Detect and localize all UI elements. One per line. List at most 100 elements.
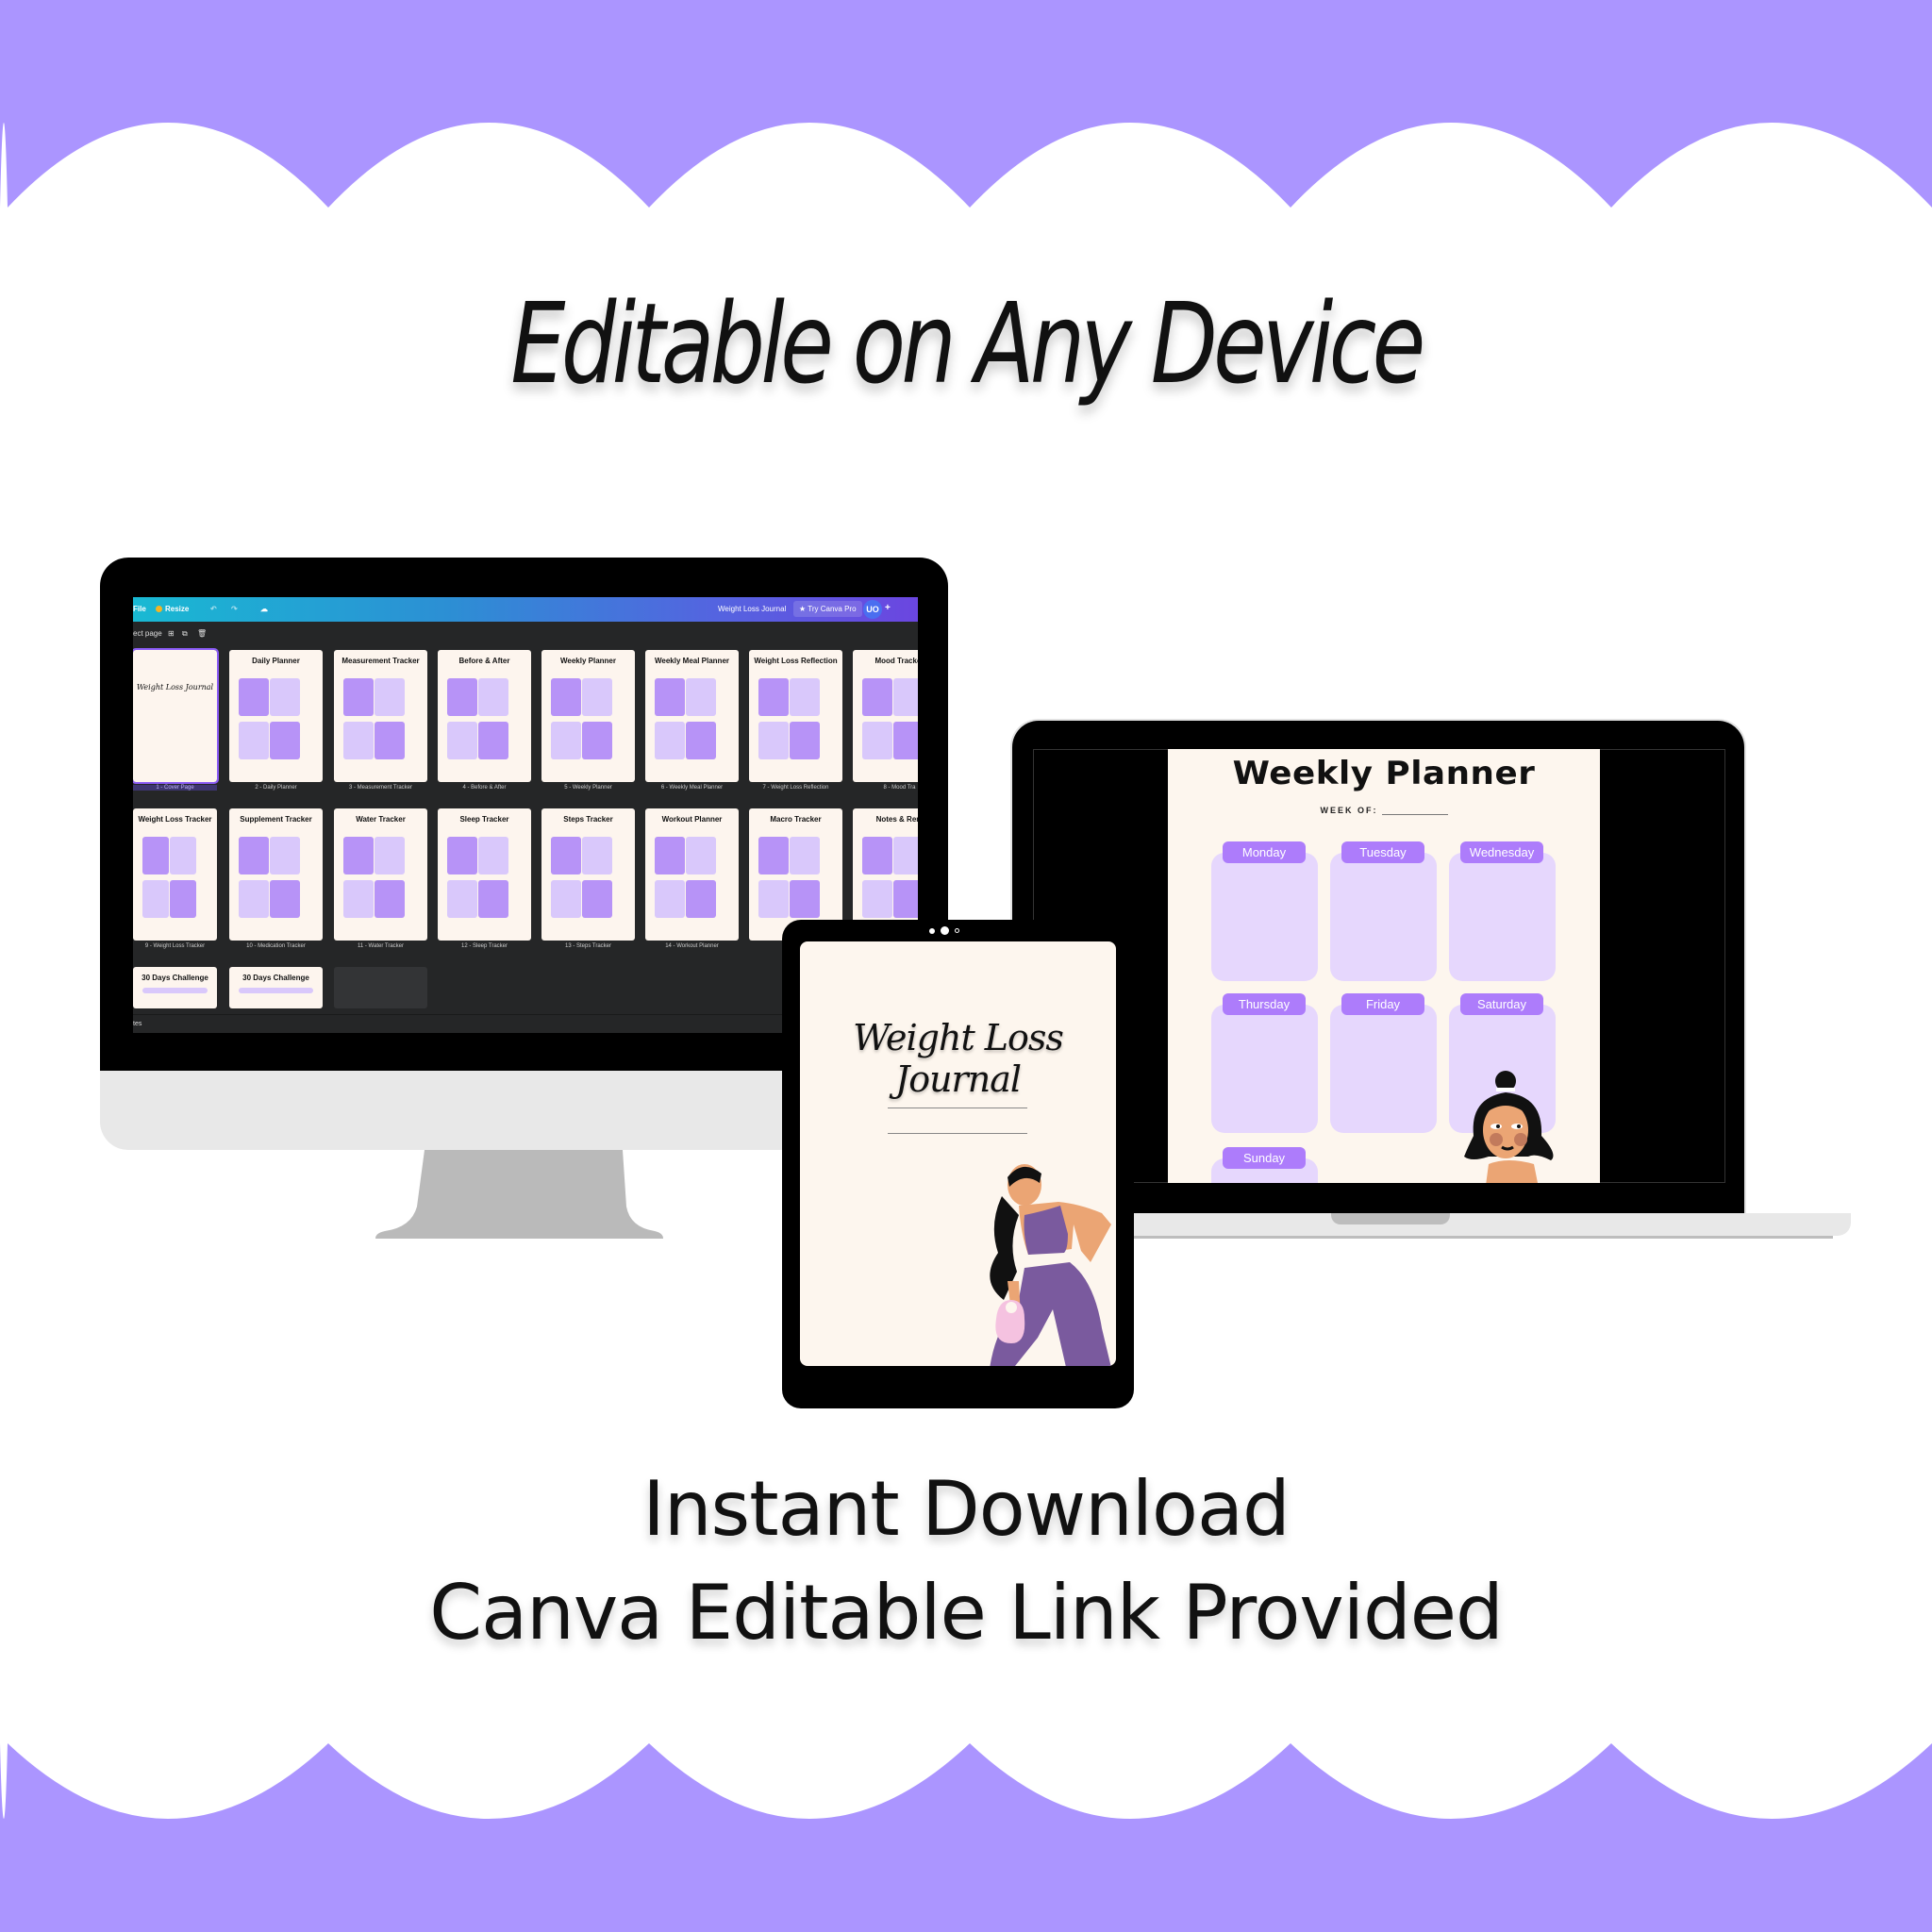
weekly-planner-title: Weekly Planner — [1232, 755, 1536, 792]
page-thumbnail-content — [239, 678, 313, 773]
thumbnail-block — [582, 722, 612, 759]
page-thumbnail[interactable]: 30 Days Challenge — [229, 967, 323, 1008]
day-card[interactable] — [1330, 1005, 1437, 1133]
cloud-save-icon[interactable]: ☁ — [260, 605, 268, 613]
thumbnail-block — [551, 880, 581, 918]
page-thumbnail-title: Notes & Rem — [875, 815, 918, 824]
laptop-trackpad-notch — [1331, 1213, 1450, 1224]
thumbnail-block — [447, 678, 477, 716]
page-thumbnail-caption: 6 - Weekly Meal Planner — [660, 785, 724, 791]
thumbnail-block — [655, 837, 685, 874]
thumbnail-block — [270, 880, 300, 918]
woman-portrait-illustration — [1464, 1071, 1554, 1183]
thumbnail-block — [551, 722, 581, 759]
thumbnail-block — [375, 722, 405, 759]
page-thumbnail[interactable]: Weight Loss Journal — [133, 648, 219, 784]
page-thumbnail-caption: 9 - Weight Loss Tracker — [144, 943, 206, 949]
day-card[interactable] — [1211, 1005, 1318, 1133]
thumbnail-block — [343, 837, 374, 874]
redo-icon[interactable]: ↷ — [231, 605, 238, 613]
page-thumbnail[interactable]: Workout Planner — [645, 808, 739, 941]
thumbnail-block — [893, 722, 918, 759]
thumbnail-block — [655, 678, 685, 716]
notes-button[interactable]: tes — [133, 1021, 142, 1027]
thumbnail-block — [447, 722, 477, 759]
page-thumbnail-title: Weekly Meal Planner — [655, 657, 729, 665]
page-thumbnail-content — [862, 837, 918, 931]
thumbnail-block — [169, 837, 196, 874]
page-thumbnail-content — [758, 837, 833, 931]
cover-date-line — [888, 1133, 1027, 1134]
page-thumbnail-content — [142, 837, 208, 931]
thumbnail-block — [343, 880, 374, 918]
page-thumbnail[interactable]: Weight Loss Reflection — [749, 650, 842, 782]
thumbnail-block — [551, 678, 581, 716]
document-title[interactable]: Weight Loss Journal — [718, 605, 786, 613]
page-thumbnail[interactable]: Weight Loss Tracker — [133, 808, 217, 941]
select-page-label: ect page — [133, 629, 162, 638]
day-label: Tuesday — [1341, 841, 1424, 863]
add-collaborator-button[interactable]: + — [885, 603, 891, 613]
week-of-field[interactable]: WEEK OF: — [1168, 806, 1600, 815]
thumbnail-block — [582, 678, 612, 716]
page-thumbnail-title: Weight Loss Reflection — [754, 657, 838, 665]
thumbnail-block — [270, 678, 300, 716]
thumbnail-block — [478, 678, 508, 716]
page-thumbnail-content — [343, 678, 418, 773]
page-thumbnail-caption: 1 - Cover Page — [133, 785, 217, 791]
day-card[interactable] — [1330, 853, 1437, 981]
undo-icon[interactable]: ↶ — [210, 605, 217, 613]
thumbnail-block — [142, 988, 208, 993]
thumbnail-block — [655, 880, 685, 918]
thumbnail-block — [343, 678, 374, 716]
thumbnail-block — [862, 678, 892, 716]
thumbnail-block — [862, 722, 892, 759]
thumbnail-block — [239, 837, 269, 874]
page-thumbnail-title: Supplement Tracker — [240, 815, 312, 824]
page-thumbnail-caption: 10 - Medication Tracker — [246, 943, 306, 949]
thumbnail-block — [758, 880, 789, 918]
page-thumbnail[interactable]: 30 Days Challenge — [133, 967, 217, 1008]
tablet-sensor-dot — [955, 928, 959, 933]
thumbnail-block — [270, 837, 300, 874]
thumbnail-block — [447, 837, 477, 874]
thumbnail-block — [270, 722, 300, 759]
thumbnail-block — [375, 678, 405, 716]
duplicate-page-icon[interactable]: ⧉ — [182, 629, 188, 639]
resize-button[interactable]: Resize — [156, 605, 189, 613]
page-thumbnail-content — [758, 678, 833, 773]
file-menu[interactable]: File — [133, 605, 146, 613]
instant-download-text: Instant Download — [642, 1465, 1291, 1553]
thumbnail-block — [758, 722, 789, 759]
day-card[interactable] — [1449, 853, 1556, 981]
page-thumbnail[interactable]: Weekly Meal Planner — [645, 650, 739, 782]
page-thumbnail-title: Macro Tracker — [770, 815, 822, 824]
page-thumbnail[interactable]: Daily Planner — [229, 650, 323, 782]
page-thumbnail-caption: 8 - Mood Tra — [883, 785, 916, 791]
delete-page-icon[interactable]: 🗑 — [197, 629, 207, 638]
thumbnail-block — [142, 837, 169, 874]
thumbnail-block — [686, 880, 716, 918]
add-page-placeholder[interactable] — [334, 967, 427, 1008]
week-of-blank[interactable] — [1381, 814, 1448, 815]
page-thumbnail-title: Daily Planner — [252, 657, 300, 665]
page-thumbnail[interactable]: Before & After — [438, 650, 531, 782]
page-thumbnail[interactable]: Measurement Tracker — [334, 650, 427, 782]
journal-cover-title: Weight Loss Journal — [853, 1017, 1064, 1100]
day-card[interactable] — [1211, 853, 1318, 981]
user-avatar[interactable]: UO — [863, 600, 882, 619]
page-thumbnail[interactable]: Steps Tracker — [541, 808, 635, 941]
page-thumbnail[interactable]: Supplement Tracker — [229, 808, 323, 941]
page-thumbnail[interactable]: Water Tracker — [334, 808, 427, 941]
add-page-icon[interactable]: ⊞ — [168, 629, 175, 638]
page-thumbnail[interactable]: Mood Tracker — [853, 650, 918, 782]
page-thumbnail[interactable]: Weekly Planner — [541, 650, 635, 782]
thumbnail-block — [478, 722, 508, 759]
try-canva-pro-button[interactable]: ★ Try Canva Pro — [793, 601, 862, 617]
thumbnail-block — [893, 880, 918, 918]
tablet-camera-lens — [941, 926, 949, 935]
thumbnail-block — [239, 722, 269, 759]
top-scallop-band — [0, 0, 1932, 208]
day-label: Sunday — [1223, 1147, 1306, 1169]
page-thumbnail[interactable]: Sleep Tracker — [438, 808, 531, 941]
